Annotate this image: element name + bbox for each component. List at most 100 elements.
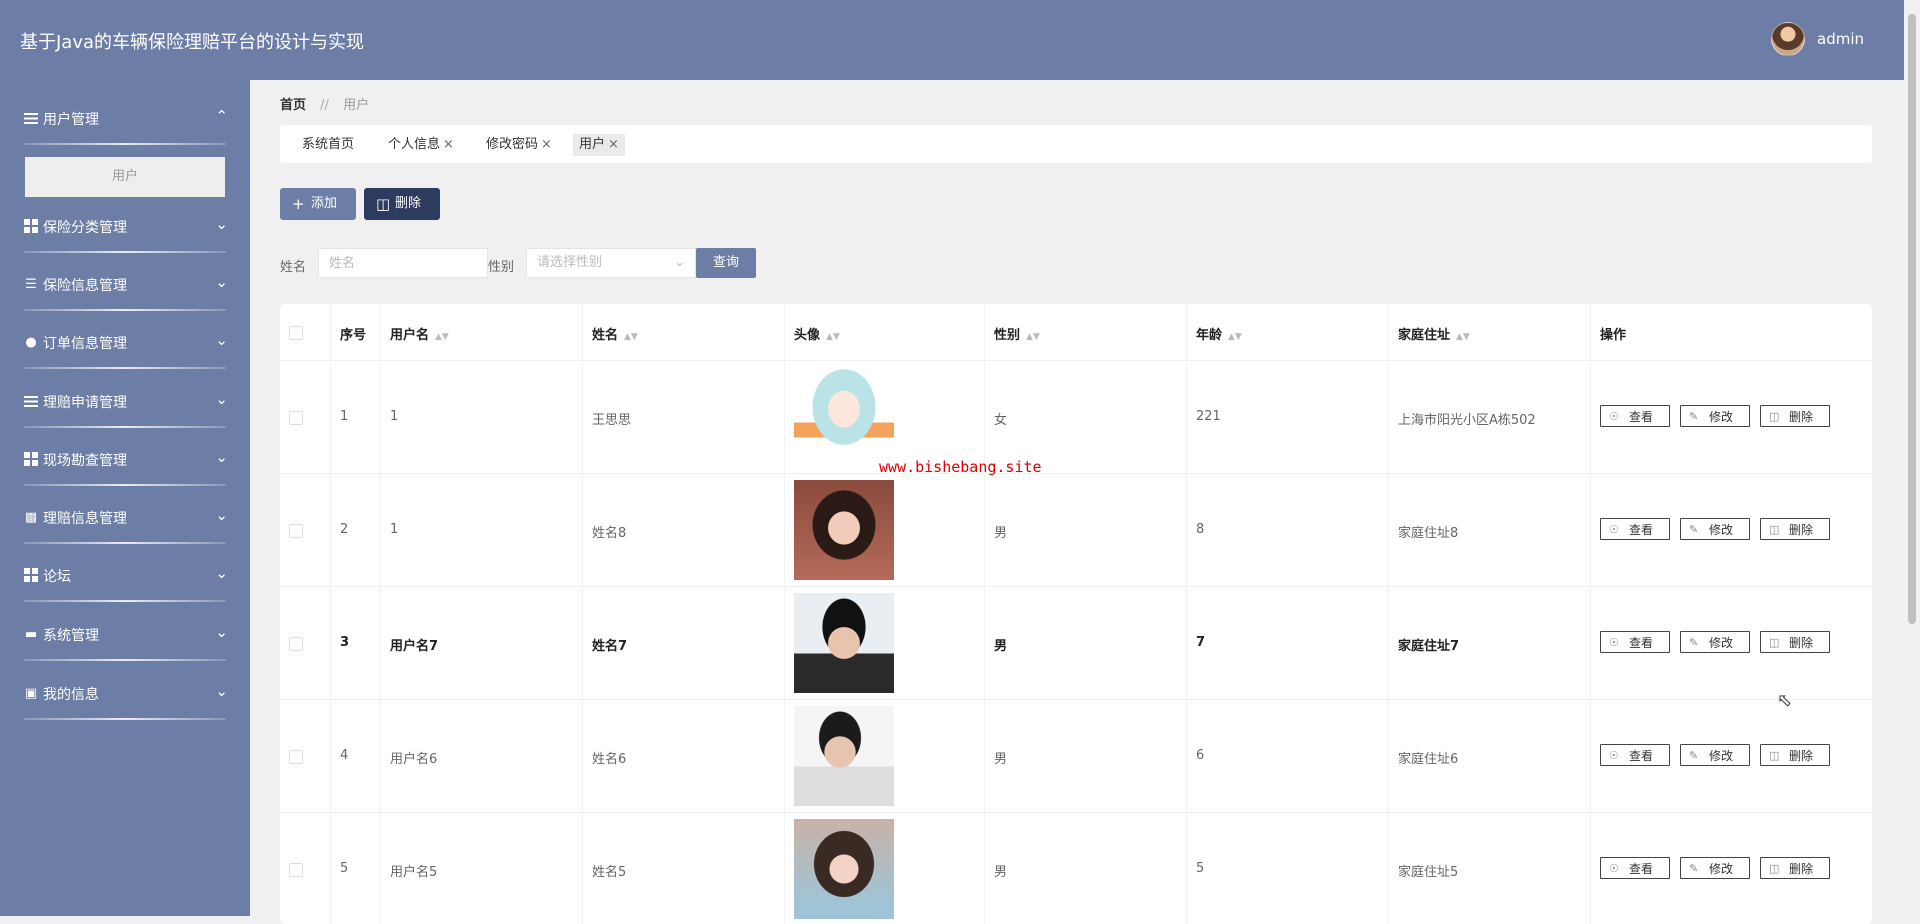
sidebar-item-insurance-category[interactable]: 保险分类管理 ⌄: [0, 206, 250, 246]
chevron-down-icon: ⌄: [215, 448, 228, 466]
view-button[interactable]: ☉ 查看: [1600, 631, 1670, 653]
close-icon[interactable]: ×: [541, 137, 552, 152]
grid-icon: [24, 452, 38, 466]
breadcrumb-home[interactable]: 首页: [280, 98, 306, 113]
sort-icon[interactable]: ▲▼: [1026, 332, 1040, 342]
close-icon[interactable]: ×: [608, 137, 619, 152]
row-delete-button[interactable]: ◫ 删除: [1760, 631, 1830, 653]
row-delete-button[interactable]: ◫ 删除: [1760, 857, 1830, 879]
tab-change-password[interactable]: 修改密码 ×: [486, 134, 552, 156]
cell-age: 221: [1196, 409, 1221, 424]
avatar-image: [794, 367, 894, 467]
query-button[interactable]: 查询: [696, 248, 756, 278]
column-header-age[interactable]: 年龄 ▲▼: [1196, 324, 1242, 343]
column-header-label: 头像: [794, 328, 821, 343]
delete-button[interactable]: ◫ 删除: [364, 188, 440, 220]
sort-icon[interactable]: ▲▼: [1228, 332, 1242, 342]
cell-index: 3: [340, 635, 350, 650]
eye-icon: ☉: [1609, 523, 1619, 536]
sidebar-item-user-management[interactable]: 用户管理 ⌃: [0, 98, 250, 138]
column-header-name[interactable]: 姓名 ▲▼: [592, 324, 638, 343]
divider: [24, 251, 226, 253]
user-menu[interactable]: admin: [1771, 22, 1864, 56]
edit-button[interactable]: ✎ 修改: [1680, 857, 1750, 879]
row-delete-button[interactable]: ◫ 删除: [1760, 405, 1830, 427]
cell-gender: 女: [994, 413, 1008, 428]
column-header-label: 性别: [994, 328, 1021, 343]
column-header-gender[interactable]: 性别 ▲▼: [994, 324, 1040, 343]
monitor-icon: ▬: [24, 626, 38, 642]
sidebar-item-label: 我的信息: [43, 687, 99, 703]
tab-user[interactable]: 用户 ×: [573, 134, 625, 156]
row-delete-button[interactable]: ◫ 删除: [1760, 518, 1830, 540]
edit-icon: ✎: [1689, 749, 1699, 762]
sort-icon[interactable]: ▲▼: [1456, 332, 1470, 342]
cell-address: 家庭住址5: [1398, 865, 1459, 880]
divider: [24, 426, 226, 428]
avatar[interactable]: [1771, 22, 1805, 56]
view-button-label: 查看: [1629, 636, 1654, 650]
row-delete-button[interactable]: ◫ 删除: [1760, 744, 1830, 766]
cell-gender: 男: [994, 752, 1008, 767]
eye-icon: ☉: [1609, 862, 1619, 875]
chevron-down-icon: ⌄: [215, 273, 228, 291]
edit-button[interactable]: ✎ 修改: [1680, 405, 1750, 427]
sidebar-item-my-info[interactable]: ▣ 我的信息 ⌄: [0, 673, 250, 713]
column-header-actions: 操作: [1600, 328, 1627, 343]
column-header-username[interactable]: 用户名 ▲▼: [390, 324, 449, 343]
row-checkbox[interactable]: [289, 637, 303, 651]
cell-age: 6: [1196, 748, 1205, 763]
select-all-checkbox[interactable]: [289, 326, 303, 340]
sidebar-subitem-user[interactable]: 用户: [25, 157, 225, 197]
sidebar-item-site-survey[interactable]: 现场勘查管理 ⌄: [0, 439, 250, 479]
edit-icon: ✎: [1689, 410, 1699, 423]
view-button[interactable]: ☉ 查看: [1600, 857, 1670, 879]
row-checkbox[interactable]: [289, 863, 303, 877]
sidebar-item-insurance-info[interactable]: ☰ 保险信息管理 ⌄: [0, 264, 250, 304]
sidebar-item-claim-application[interactable]: 理赔申请管理 ⌄: [0, 381, 250, 421]
view-button-label: 查看: [1629, 749, 1654, 763]
add-button-label: 添加: [311, 196, 338, 211]
view-button[interactable]: ☉ 查看: [1600, 518, 1670, 540]
view-button[interactable]: ☉ 查看: [1600, 405, 1670, 427]
cell-index: 5: [340, 861, 349, 876]
list-icon: [24, 111, 38, 125]
sort-icon[interactable]: ▲▼: [435, 332, 449, 342]
sidebar-item-order-info[interactable]: ● 订单信息管理 ⌄: [0, 322, 250, 362]
sidebar-item-forum[interactable]: 论坛 ⌄: [0, 555, 250, 595]
sidebar-item-claim-info[interactable]: ▩ 理赔信息管理 ⌄: [0, 497, 250, 537]
row-delete-button-label: 删除: [1789, 523, 1814, 537]
edit-button[interactable]: ✎ 修改: [1680, 631, 1750, 653]
row-checkbox[interactable]: [289, 524, 303, 538]
close-icon[interactable]: ×: [443, 137, 454, 152]
gender-select[interactable]: 请选择性别 ⌄: [526, 248, 696, 278]
view-button[interactable]: ☉ 查看: [1600, 744, 1670, 766]
chevron-down-icon: ⌄: [215, 215, 228, 233]
sidebar-item-label: 系统管理: [43, 628, 99, 644]
column-header-avatar[interactable]: 头像 ▲▼: [794, 324, 840, 343]
sort-icon[interactable]: ▲▼: [826, 332, 840, 342]
tab-personal-info[interactable]: 个人信息 ×: [388, 134, 454, 156]
sidebar-item-system[interactable]: ▬ 系统管理 ⌄: [0, 614, 250, 654]
column-header-address[interactable]: 家庭住址 ▲▼: [1398, 324, 1470, 343]
sort-icon[interactable]: ▲▼: [624, 332, 638, 342]
row-checkbox[interactable]: [289, 750, 303, 764]
row-checkbox[interactable]: [289, 411, 303, 425]
edit-button[interactable]: ✎ 修改: [1680, 518, 1750, 540]
name-search-input[interactable]: [318, 248, 488, 278]
breadcrumb: 首页 // 用户: [280, 94, 369, 113]
clipboard-icon: ▩: [24, 509, 38, 525]
tab-home[interactable]: 系统首页: [302, 134, 354, 156]
username[interactable]: admin: [1817, 30, 1864, 48]
table-header: 序号 用户名 ▲▼ 姓名 ▲▼ 头像 ▲▼ 性别 ▲▼ 年龄 ▲▼ 家庭住址 ▲▼ 操作: [280, 304, 1872, 360]
scrollbar-thumb[interactable]: [1908, 14, 1916, 624]
view-button-label: 查看: [1629, 523, 1654, 537]
cell-name: 王思思: [592, 413, 632, 428]
row-delete-button-label: 删除: [1789, 749, 1814, 763]
edit-button-label: 修改: [1709, 636, 1734, 650]
edit-button-label: 修改: [1709, 862, 1734, 876]
page-scrollbar[interactable]: [1904, 0, 1920, 916]
breadcrumb-separator: //: [320, 98, 329, 113]
add-button[interactable]: + 添加: [280, 188, 356, 220]
edit-button[interactable]: ✎ 修改: [1680, 744, 1750, 766]
